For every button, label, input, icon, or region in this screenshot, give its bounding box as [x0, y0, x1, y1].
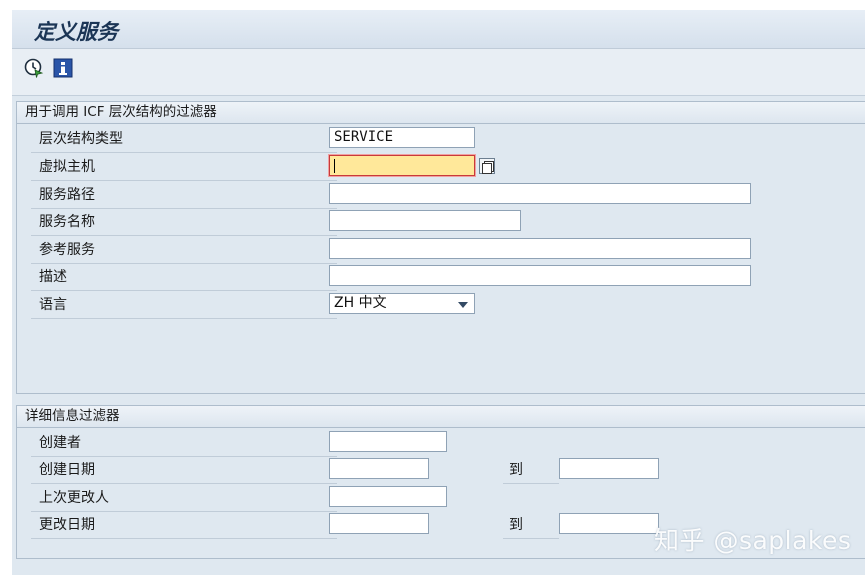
field-label: 服务路径: [31, 183, 337, 209]
value-help-icon[interactable]: [479, 158, 495, 174]
created-on-to-input[interactable]: [559, 458, 659, 479]
language-selected-value: ZH 中文: [334, 295, 387, 311]
field-label: 创建者: [31, 431, 337, 457]
execute-clock-icon[interactable]: [24, 58, 44, 78]
field-label: 上次更改人: [31, 486, 337, 512]
group-title: 详细信息过滤器: [17, 406, 865, 428]
field-label: 层次结构类型: [31, 127, 337, 153]
field-label: 参考服务: [31, 238, 337, 264]
created-on-from-input[interactable]: [329, 458, 429, 479]
icf-hierarchy-filter-group: 用于调用 ICF 层次结构的过滤器 层次结构类型 SERVICE 虚拟主机 服务…: [16, 101, 865, 394]
watermark-text: 知乎 @saplakes: [654, 526, 852, 555]
description-input[interactable]: [329, 265, 751, 286]
changed-on-from-input[interactable]: [329, 513, 429, 534]
last-changed-by-input[interactable]: [329, 486, 447, 507]
field-label: 描述: [31, 265, 337, 291]
service-path-input[interactable]: [329, 183, 751, 204]
title-bar: 定义服务: [12, 10, 865, 49]
field-label: 创建日期: [31, 458, 337, 484]
reference-service-input[interactable]: [329, 238, 751, 259]
sap-window: 定义服务 用于调用 ICF 层次结构的过滤器 层次结构类型 SERVICE 虚拟…: [12, 10, 865, 575]
hierarchy-type-input[interactable]: SERVICE: [329, 127, 475, 148]
application-toolbar: [12, 49, 865, 96]
range-to-label: 到: [503, 513, 559, 539]
service-name-input[interactable]: [329, 210, 521, 231]
chevron-down-icon[interactable]: [458, 302, 468, 308]
language-dropdown[interactable]: ZH 中文: [329, 293, 475, 314]
page-title: 定义服务: [34, 19, 118, 44]
changed-on-to-input[interactable]: [559, 513, 659, 534]
group-title: 用于调用 ICF 层次结构的过滤器: [17, 102, 865, 124]
field-label: 虚拟主机: [31, 155, 337, 181]
field-label: 服务名称: [31, 210, 337, 236]
virtual-host-input[interactable]: [329, 155, 475, 176]
info-icon[interactable]: [53, 58, 73, 78]
range-to-label: 到: [503, 458, 559, 484]
field-label: 更改日期: [31, 513, 337, 539]
field-label: 语言: [31, 293, 337, 319]
created-by-input[interactable]: [329, 431, 447, 452]
text-caret: [334, 159, 335, 173]
